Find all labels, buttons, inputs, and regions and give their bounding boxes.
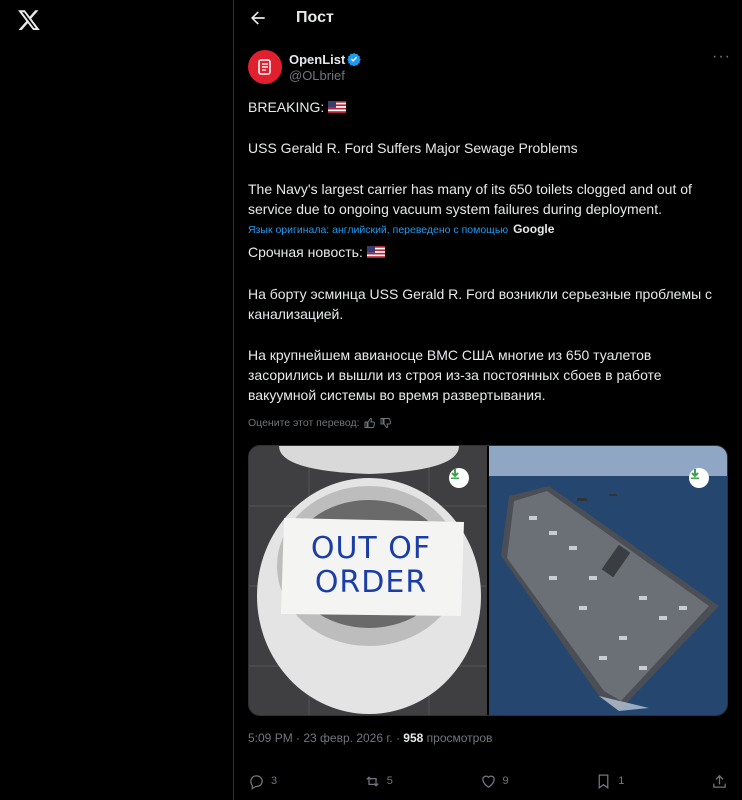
author-handle[interactable]: @OLbrief xyxy=(289,68,345,83)
heart-icon xyxy=(481,775,495,788)
download-icon[interactable] xyxy=(689,468,709,488)
post-column: Пост OpenList @OLbrief ··· BREAKING: USS… xyxy=(234,0,742,800)
translation-provider: Google xyxy=(513,222,555,236)
post-meta: 5:09 PM · 23 февр. 2026 г. · 958 просмот… xyxy=(248,731,493,745)
avatar[interactable] xyxy=(248,50,282,84)
thumbs-up-icon[interactable] xyxy=(364,417,376,429)
more-options-icon[interactable]: ··· xyxy=(712,49,730,68)
repost-count: 5 xyxy=(386,775,393,787)
rate-translation-label: Оцените этот перевод: xyxy=(248,417,360,429)
page-title: Пост xyxy=(296,9,334,26)
translated-line-1-text: Срочная новость: xyxy=(248,244,363,260)
translated-line-2: На борту эсминца USS Gerald R. Ford возн… xyxy=(248,286,713,322)
reply-button[interactable]: 3 xyxy=(248,770,277,792)
toilet-photo[interactable]: OUT OF ORDER xyxy=(249,446,487,715)
views-label: просмотров xyxy=(426,731,493,745)
aircraft-carrier-illustration xyxy=(489,446,727,715)
post-line-3: The Navy's largest carrier has many of i… xyxy=(248,181,692,217)
us-flag-icon xyxy=(366,246,385,258)
translation-note-text: Язык оригинала: английский, переведено с… xyxy=(248,224,509,236)
back-arrow-icon[interactable] xyxy=(248,8,268,28)
bookmark-button[interactable]: 1 xyxy=(595,770,624,792)
repost-icon xyxy=(366,775,379,787)
rate-translation: Оцените этот перевод: xyxy=(248,417,392,429)
us-flag-icon xyxy=(328,101,347,113)
post-line-1: BREAKING: xyxy=(248,97,728,117)
bookmark-icon xyxy=(598,773,609,789)
translated-line-3: На крупнейшем авианосце ВМС США многие и… xyxy=(248,347,662,403)
translated-line-1: Срочная новость: xyxy=(248,242,728,262)
post-time[interactable]: 5:09 PM xyxy=(248,731,293,745)
post-media: OUT OF ORDER xyxy=(248,445,728,716)
post-date[interactable]: 23 февр. 2026 г. xyxy=(303,731,392,745)
share-button[interactable] xyxy=(711,770,728,792)
post-line-1-text: BREAKING: xyxy=(248,99,325,115)
bookmark-count: 1 xyxy=(618,775,625,787)
verified-badge-icon xyxy=(347,52,361,66)
out-of-order-sign: OUT OF ORDER xyxy=(310,531,432,600)
author-name[interactable]: OpenList xyxy=(289,52,345,67)
scroll-icon xyxy=(258,59,271,75)
repost-button[interactable]: 5 xyxy=(364,770,393,792)
share-icon xyxy=(713,774,726,788)
like-count: 9 xyxy=(502,775,509,787)
download-icon[interactable] xyxy=(449,468,469,488)
post-author: OpenList @OLbrief ··· xyxy=(234,46,742,88)
translation-note[interactable]: Язык оригинала: английский, переведено с… xyxy=(248,222,554,236)
action-bar: 3 5 9 1 xyxy=(248,770,728,792)
like-button[interactable]: 9 xyxy=(480,770,509,792)
reply-count: 3 xyxy=(271,775,278,787)
top-bar: Пост xyxy=(234,0,742,38)
views-count: 958 xyxy=(403,731,424,745)
thumbs-down-icon[interactable] xyxy=(380,417,392,429)
left-rail xyxy=(0,0,234,800)
carrier-photo[interactable] xyxy=(489,446,727,715)
post-line-2: USS Gerald R. Ford Suffers Major Sewage … xyxy=(248,140,578,156)
x-logo-icon[interactable] xyxy=(17,8,41,32)
reply-icon xyxy=(250,774,263,790)
